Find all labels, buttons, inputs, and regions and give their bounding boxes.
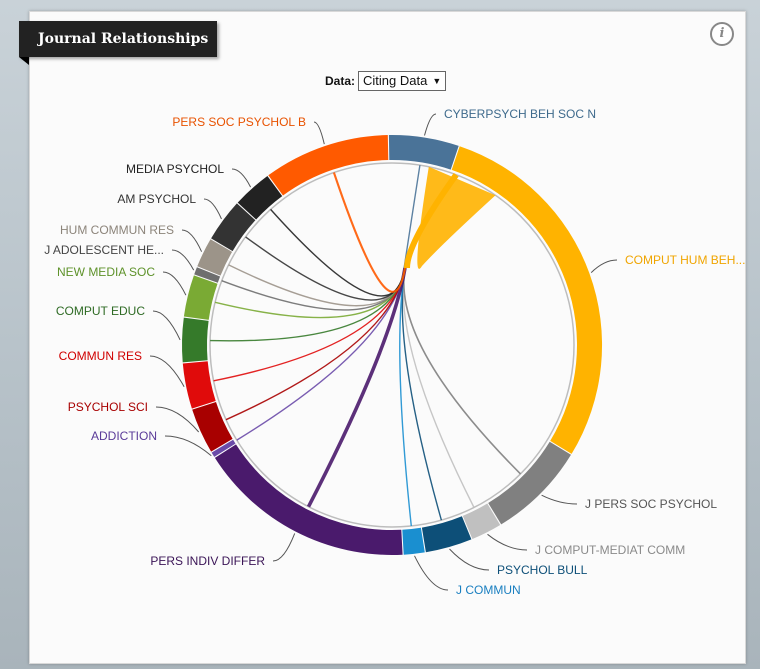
chord-j-commun[interactable] bbox=[399, 267, 412, 527]
chevron-down-icon: ▼ bbox=[432, 76, 442, 86]
title-tab-fold bbox=[19, 57, 29, 65]
label-comput-hum-beh[interactable]: COMPUT HUM BEH... bbox=[625, 253, 745, 267]
leader-line bbox=[424, 113, 437, 136]
leader-line bbox=[313, 121, 325, 145]
arc-cyberpsych-beh-soc-n[interactable] bbox=[388, 134, 459, 170]
leader-line bbox=[272, 533, 296, 562]
label-new-media-soc[interactable]: NEW MEDIA SOC bbox=[57, 265, 155, 279]
chord-j-comput-mediat-comm[interactable] bbox=[402, 267, 475, 508]
data-select-value: Citing Data bbox=[363, 73, 428, 88]
leader-line bbox=[590, 259, 618, 273]
label-psychol-sci[interactable]: PSYCHOL SCI bbox=[68, 400, 148, 414]
label-am-psychol[interactable]: AM PSYCHOL bbox=[117, 192, 196, 206]
journal-labels: CYBERPSYCH BEH SOC N COMPUT HUM BEH... J P… bbox=[44, 107, 745, 597]
label-media-psychol[interactable]: MEDIA PSYCHOL bbox=[126, 162, 224, 176]
label-cyberpsych-beh-soc-n[interactable]: CYBERPSYCH BEH SOC N bbox=[444, 107, 596, 121]
info-icon[interactable]: i bbox=[710, 22, 734, 46]
leader-line bbox=[203, 198, 222, 220]
chord-psychol-bull[interactable] bbox=[401, 267, 443, 521]
label-j-adolescent-he[interactable]: J ADOLESCENT HE... bbox=[44, 243, 164, 257]
leader-line bbox=[231, 168, 252, 188]
leader-line bbox=[171, 249, 195, 271]
chord-diagram: CYBERPSYCH BEH SOC N COMPUT HUM BEH... J P… bbox=[44, 107, 745, 597]
leader-line bbox=[149, 355, 185, 387]
data-select[interactable]: Citing Data ▼ bbox=[358, 71, 447, 91]
label-hum-commun-res[interactable]: HUM COMMUN RES bbox=[60, 223, 174, 237]
arc-pers-soc-psychol-b[interactable] bbox=[268, 135, 389, 196]
label-j-pers-soc-psychol[interactable]: J PERS SOC PSYCHOL bbox=[585, 497, 717, 511]
leader-line bbox=[181, 229, 203, 252]
leader-line bbox=[155, 406, 200, 433]
leader-line bbox=[414, 555, 449, 591]
label-pers-indiv-differ[interactable]: PERS INDIV DIFFER bbox=[150, 554, 265, 568]
leader-line bbox=[487, 533, 528, 551]
journal-arcs bbox=[181, 134, 603, 555]
chord-am-psychol[interactable] bbox=[245, 236, 406, 301]
chord-pers-soc-psychol-b[interactable] bbox=[332, 172, 407, 293]
label-psychol-bull[interactable]: PSYCHOL BULL bbox=[497, 563, 588, 577]
data-selector-row: Data: Citing Data ▼ bbox=[325, 71, 447, 91]
chord-psychol-sci[interactable] bbox=[225, 267, 406, 421]
label-addiction[interactable]: ADDICTION bbox=[91, 429, 157, 443]
leader-line bbox=[162, 271, 187, 296]
label-j-commun[interactable]: J COMMUN bbox=[456, 583, 521, 597]
arc-comput-educ[interactable] bbox=[181, 317, 209, 363]
arc-j-commun[interactable] bbox=[402, 527, 425, 555]
label-pers-soc-psychol-b[interactable]: PERS SOC PSYCHOL B bbox=[172, 115, 306, 129]
label-comput-educ[interactable]: COMPUT EDUC bbox=[56, 304, 145, 318]
leader-line bbox=[449, 548, 490, 571]
leader-line bbox=[541, 494, 578, 505]
label-j-comput-mediat-comm[interactable]: J COMPUT-MEDIAT COMM bbox=[535, 543, 685, 557]
label-commun-res[interactable]: COMMUN RES bbox=[59, 349, 142, 363]
leader-line bbox=[152, 310, 181, 341]
chord-media-psychol[interactable] bbox=[270, 208, 406, 297]
data-selector-label: Data: bbox=[325, 74, 356, 88]
panel-title: Journal Relationships bbox=[19, 21, 217, 57]
arc-psychol-bull[interactable] bbox=[421, 516, 472, 553]
arc-pers-indiv-differ[interactable] bbox=[214, 444, 403, 555]
